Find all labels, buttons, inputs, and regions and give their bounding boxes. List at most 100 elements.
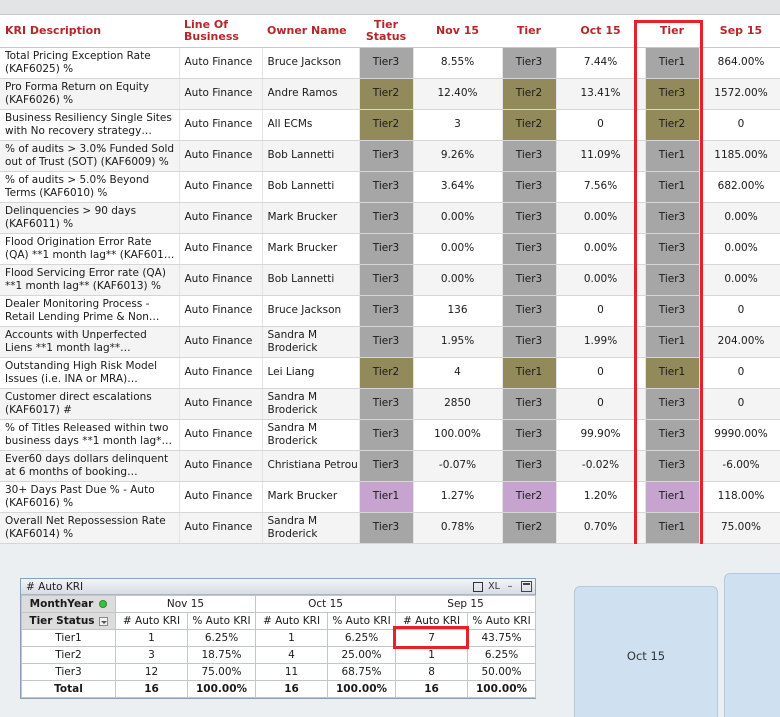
nov-value-cell: 0.78% [413, 512, 503, 544]
pivot-cell: 100.00% [467, 680, 537, 698]
header-oct-15[interactable]: Oct 15 [556, 16, 645, 48]
month-year-dimension[interactable]: MonthYear [21, 595, 116, 613]
month-header-sep[interactable]: Sep 15 [395, 595, 537, 613]
header-tier-nov[interactable]: Tier [502, 16, 556, 48]
oct-15-card[interactable]: Oct 15 [574, 586, 718, 717]
nov-value-cell: 8.55% [413, 47, 503, 79]
tier-status-dimension[interactable]: Tier Status [21, 612, 116, 630]
kri-row[interactable]: Pro Forma Return on Equity (KAF6026) % Au… [0, 78, 780, 110]
kri-description-text: Outstanding High Risk Model Issues (i.e.… [5, 359, 158, 385]
kri-description-cell[interactable]: 30+ Days Past Due % - Auto (KAF6016) % [0, 481, 180, 513]
kri-description-cell[interactable]: Flood Origination Error Rate (QA) **1 mo… [0, 233, 180, 265]
header-owner-name[interactable]: Owner Name [262, 16, 359, 48]
kri-description-cell[interactable]: Flood Servicing Error rate (QA) **1 mont… [0, 264, 180, 296]
header-nov-15[interactable]: Nov 15 [413, 16, 502, 48]
kri-description-cell[interactable]: Delinquencies > 90 days (KAF6011) % [0, 202, 180, 234]
maximize-icon[interactable] [520, 580, 532, 593]
kri-description-text: % of Titles Released within two business… [5, 421, 169, 447]
kri-description-cell[interactable]: % of audits > 3.0% Funded Sold out of Tr… [0, 140, 180, 172]
header-tier-status[interactable]: Tier Status [359, 16, 413, 48]
kri-row[interactable]: Accounts with Unperfected Liens **1 mont… [0, 326, 780, 358]
header-kri-description[interactable]: KRI Description [0, 16, 179, 48]
tier-nov-cell: Tier3 [502, 450, 557, 482]
owner-name-cell: Bruce Jackson [262, 295, 360, 327]
pivot-caption-bar[interactable]: # Auto KRI XL – [21, 579, 535, 595]
pivot-cell: 6.25% [467, 646, 537, 664]
oct-card-label: Oct 15 [626, 649, 666, 663]
header-sep-15[interactable]: Sep 15 [699, 16, 780, 48]
tier-oct-cell: Tier1 [645, 512, 700, 544]
pivot-cell: 75.00% [186, 663, 257, 681]
kri-row[interactable]: % of Titles Released within two business… [0, 419, 780, 451]
kri-description-text: Dealer Monitoring Process - Retail Lendi… [5, 297, 150, 323]
pivot-total-row: Total 16 100.00% 16 100.00% 16 100.00% [21, 680, 537, 698]
owner-name-text: Sandra M Broderick [267, 328, 318, 354]
nov-value-cell: 9.26% [413, 140, 503, 172]
owner-name-cell: Lei Liang [262, 357, 360, 389]
tier-oct-cell: Tier3 [645, 78, 700, 110]
kri-description-cell[interactable]: Business Resiliency Single Sites with No… [0, 109, 180, 141]
kri-row[interactable]: Overall Net Repossession Rate (KAF6014) … [0, 512, 780, 544]
tier-status-cell: Tier3 [359, 388, 414, 420]
month-header-nov[interactable]: Nov 15 [114, 595, 257, 613]
next-month-card[interactable] [724, 573, 780, 717]
owner-name-cell: Sandra M Broderick [262, 419, 360, 451]
pivot-row-label[interactable]: Tier3 [21, 663, 116, 681]
tier-nov-cell: Tier3 [502, 295, 557, 327]
kri-row[interactable]: Ever60 days dollars delinquent at 6 mont… [0, 450, 780, 482]
kri-row[interactable]: Total Pricing Exception Rate (KAF6025) %… [0, 47, 780, 79]
kri-row[interactable]: % of audits > 5.0% Beyond Terms (KAF6010… [0, 171, 780, 203]
owner-name-text: Mark Brucker [267, 242, 338, 254]
kri-row[interactable]: Outstanding High Risk Model Issues (i.e.… [0, 357, 780, 389]
print-icon[interactable] [472, 580, 484, 593]
pivot-row: Tier1 1 6.25% 1 6.25% 7 43.75% [21, 629, 537, 647]
kri-table-container: KRI Description Line Of Business Owner N… [0, 16, 780, 544]
tier-oct-cell: Tier3 [645, 233, 700, 265]
kri-row[interactable]: Customer direct escalations (KAF6017) # A… [0, 388, 780, 420]
kri-row[interactable]: Delinquencies > 90 days (KAF6011) % Auto … [0, 202, 780, 234]
nov-value-cell: 136 [413, 295, 503, 327]
kri-description-text: Ever60 days dollars delinquent at 6 mont… [5, 452, 169, 478]
pivot-row-label[interactable]: Tier1 [21, 629, 116, 647]
tier-status-cell: Tier2 [359, 357, 414, 389]
line-of-business-cell: Auto Finance [179, 481, 263, 513]
kri-description-cell[interactable]: Customer direct escalations (KAF6017) # [0, 388, 180, 420]
kri-description-text: Accounts with Unperfected Liens **1 mont… [5, 328, 147, 354]
kri-row[interactable]: Business Resiliency Single Sites with No… [0, 109, 780, 141]
kri-row[interactable]: % of audits > 3.0% Funded Sold out of Tr… [0, 140, 780, 172]
tier-oct-cell: Tier3 [645, 295, 700, 327]
kri-row[interactable]: Dealer Monitoring Process - Retail Lendi… [0, 295, 780, 327]
kri-row[interactable]: Flood Origination Error Rate (QA) **1 mo… [0, 233, 780, 265]
tier-oct-cell: Tier3 [645, 264, 700, 296]
header-tier-oct[interactable]: Tier [645, 16, 699, 48]
kri-description-cell[interactable]: Ever60 days dollars delinquent at 6 mont… [0, 450, 180, 482]
kri-description-text: Overall Net Repossession Rate (KAF6014) … [5, 514, 166, 540]
kri-description-cell[interactable]: Pro Forma Return on Equity (KAF6026) % [0, 78, 180, 110]
tier-nov-cell: Tier3 [502, 233, 557, 265]
header-line-of-business[interactable]: Line Of Business [179, 16, 262, 48]
owner-name-cell: Sandra M Broderick [262, 388, 360, 420]
owner-name-cell: Christiana Petrou [262, 450, 360, 482]
kri-description-cell[interactable]: Dealer Monitoring Process - Retail Lendi… [0, 295, 180, 327]
sep-value-cell: 0.00% [699, 264, 780, 296]
line-of-business-cell: Auto Finance [179, 47, 263, 79]
export-excel-icon[interactable]: XL [488, 580, 500, 593]
owner-name-cell: Bob Lannetti [262, 171, 360, 203]
month-header-oct[interactable]: Oct 15 [255, 595, 397, 613]
kri-row[interactable]: Flood Servicing Error rate (QA) **1 mont… [0, 264, 780, 296]
tier-oct-cell: Tier3 [645, 202, 700, 234]
minimize-icon[interactable]: – [504, 580, 516, 593]
pivot-row-label[interactable]: Tier2 [21, 646, 116, 664]
tier-status-cell: Tier3 [359, 419, 414, 451]
kri-description-cell[interactable]: Outstanding High Risk Model Issues (i.e.… [0, 357, 180, 389]
owner-name-text: All ECMs [267, 118, 313, 130]
kri-description-cell[interactable]: % of audits > 5.0% Beyond Terms (KAF6010… [0, 171, 180, 203]
pivot-cell: 18.75% [186, 646, 257, 664]
sep-value-cell: 75.00% [699, 512, 780, 544]
kri-description-cell[interactable]: Total Pricing Exception Rate (KAF6025) % [0, 47, 180, 79]
kri-row[interactable]: 30+ Days Past Due % - Auto (KAF6016) % Au… [0, 481, 780, 513]
kri-description-cell[interactable]: Accounts with Unperfected Liens **1 mont… [0, 326, 180, 358]
dropdown-icon[interactable] [98, 616, 108, 626]
kri-description-cell[interactable]: % of Titles Released within two business… [0, 419, 180, 451]
kri-description-cell[interactable]: Overall Net Repossession Rate (KAF6014) … [0, 512, 180, 544]
